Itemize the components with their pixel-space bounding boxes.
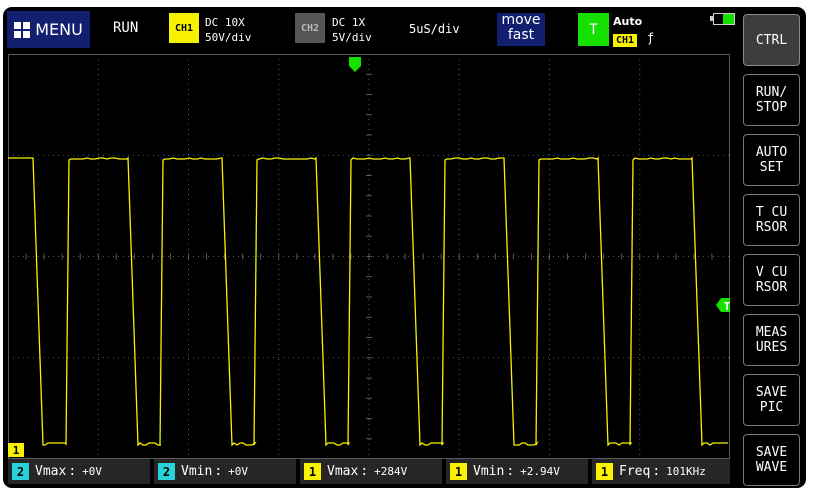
separator: :: [214, 464, 223, 479]
channel-badge: 1: [596, 463, 613, 480]
trigger-level-marker[interactable]: T: [716, 298, 730, 313]
measurement-name: Vmin: [473, 464, 505, 479]
menu-label: MENU: [35, 20, 83, 39]
ch2-badge[interactable]: CH2: [295, 13, 325, 43]
menu-button[interactable]: MENU: [7, 11, 90, 48]
measures-button[interactable]: MEAS URES: [743, 314, 800, 366]
measurement-name: Freq: [619, 464, 651, 479]
measurement-value: +0V: [228, 465, 249, 478]
save-pic-button[interactable]: SAVE PIC: [743, 374, 800, 426]
channel-badge: 2: [12, 463, 29, 480]
separator: :: [652, 464, 661, 479]
measurement-value: +284V: [374, 465, 408, 478]
ch1-coupling: DC 10X: [205, 16, 245, 29]
measurement-value: 101KHz: [666, 465, 706, 478]
channel-badge: 1: [304, 463, 321, 480]
battery-icon: [713, 13, 735, 25]
auto-set-button[interactable]: AUTO SET: [743, 134, 800, 186]
measurement-vmax-ch2[interactable]: 2 Vmax: +0V: [8, 459, 150, 484]
ctrl-button[interactable]: CTRL: [743, 14, 800, 66]
t-cursor-button[interactable]: T CU RSOR: [743, 194, 800, 246]
ch1-scale: 50V/div: [205, 31, 252, 44]
ch2-coupling: DC 1X: [332, 16, 366, 29]
oscilloscope-device: MENU RUN CH1 DC 10X 50V/div CH2 DC 1X 5V…: [3, 7, 806, 488]
separator: :: [360, 464, 369, 479]
measurement-vmin-ch2[interactable]: 2 Vmin: +0V: [154, 459, 296, 484]
measurement-value: +2.94V: [520, 465, 560, 478]
move-mode-button[interactable]: move fast: [497, 13, 545, 46]
save-wave-button[interactable]: SAVE WAVE: [743, 434, 800, 486]
measurement-name: Vmin: [181, 464, 213, 479]
ch1-offset-label: 1: [13, 444, 20, 457]
timebase-readout[interactable]: 5uS/div: [409, 22, 460, 36]
rising-edge-icon: ƒ: [647, 31, 655, 45]
ch2-settings[interactable]: DC 1X 5V/div: [332, 15, 372, 45]
move-mode-line2: fast: [507, 27, 535, 43]
trigger-level-label: T: [724, 300, 730, 313]
measurement-vmax-ch1[interactable]: 1 Vmax: +284V: [300, 459, 442, 484]
ch1-offset-marker[interactable]: 1: [8, 443, 24, 457]
ch1-waveform: [8, 156, 728, 447]
trigger-source[interactable]: CH1: [613, 34, 638, 47]
v-cursor-button[interactable]: V CU RSOR: [743, 254, 800, 306]
measurement-value: +0V: [82, 465, 103, 478]
run-status[interactable]: RUN: [113, 20, 138, 36]
channel-badge: 2: [158, 463, 175, 480]
separator: :: [68, 464, 77, 479]
move-mode-line1: move: [501, 12, 541, 28]
ch1-badge[interactable]: CH1: [169, 13, 199, 43]
trigger-position-marker[interactable]: [349, 57, 361, 72]
measurement-freq-ch1[interactable]: 1 Freq:101KHz: [592, 459, 730, 484]
ch2-scale: 5V/div: [332, 31, 372, 44]
ch1-settings[interactable]: DC 10X 50V/div: [205, 15, 251, 45]
trigger-badge[interactable]: T: [578, 13, 609, 46]
measurement-vmin-ch1[interactable]: 1 Vmin: +2.94V: [446, 459, 588, 484]
measurement-name: Vmax: [35, 464, 67, 479]
waveform-display[interactable]: T 1: [8, 54, 730, 459]
run-stop-button[interactable]: RUN/ STOP: [743, 74, 800, 126]
graticule: [8, 54, 730, 459]
measurement-name: Vmax: [327, 464, 359, 479]
grid-icon: [14, 21, 31, 38]
channel-badge: 1: [450, 463, 467, 480]
separator: :: [506, 464, 515, 479]
trigger-mode[interactable]: Auto: [613, 15, 642, 28]
